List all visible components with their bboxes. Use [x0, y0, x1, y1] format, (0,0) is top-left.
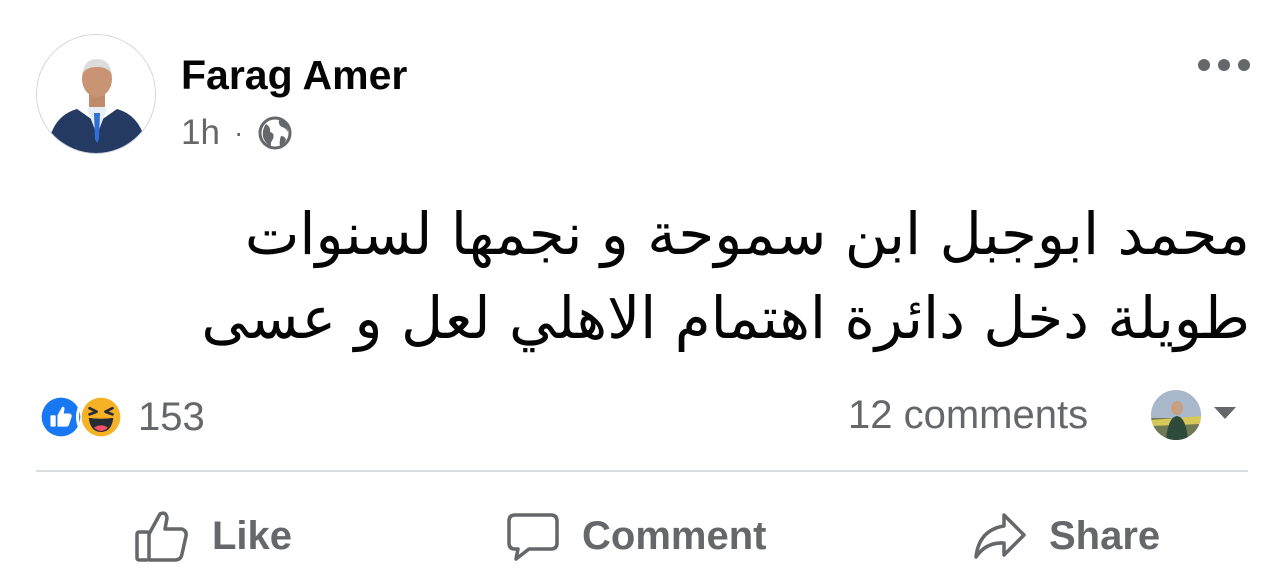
share-label: Share	[1049, 513, 1161, 558]
current-user-avatar-image	[1151, 390, 1201, 440]
more-dot	[1238, 59, 1250, 71]
current-user-avatar[interactable]	[1151, 390, 1201, 440]
share-button[interactable]: Share	[973, 505, 1160, 567]
thumbs-up-icon	[135, 511, 188, 562]
more-dot	[1218, 59, 1230, 71]
more-options-icon[interactable]	[1198, 52, 1250, 78]
post-meta: 1h ·	[181, 113, 293, 153]
haha-reaction-icon	[76, 392, 126, 442]
post-text: محمد ابوجبل ابن سموحة و نجمها لسنوات طوي…	[201, 200, 1250, 352]
reactions-summary[interactable]: 153	[36, 392, 205, 442]
comment-label: Comment	[582, 513, 767, 558]
author-name[interactable]: Farag Amer	[181, 52, 407, 99]
share-arrow-icon	[974, 513, 1026, 559]
comments-count[interactable]: 12 comments	[848, 393, 1088, 438]
globe-icon[interactable]	[257, 115, 293, 151]
comment-button[interactable]: Comment	[506, 505, 766, 567]
like-label: Like	[212, 513, 293, 558]
chevron-down-icon[interactable]	[1212, 405, 1238, 421]
divider	[36, 470, 1248, 472]
post-timestamp[interactable]: 1h	[181, 113, 220, 153]
meta-separator: ·	[233, 117, 244, 148]
author-avatar-image	[37, 35, 155, 153]
reaction-count: 153	[138, 394, 205, 439]
author-avatar[interactable]	[36, 34, 156, 154]
like-button[interactable]: Like	[134, 505, 292, 567]
more-dot	[1198, 59, 1210, 71]
comment-bubble-icon	[507, 513, 559, 561]
